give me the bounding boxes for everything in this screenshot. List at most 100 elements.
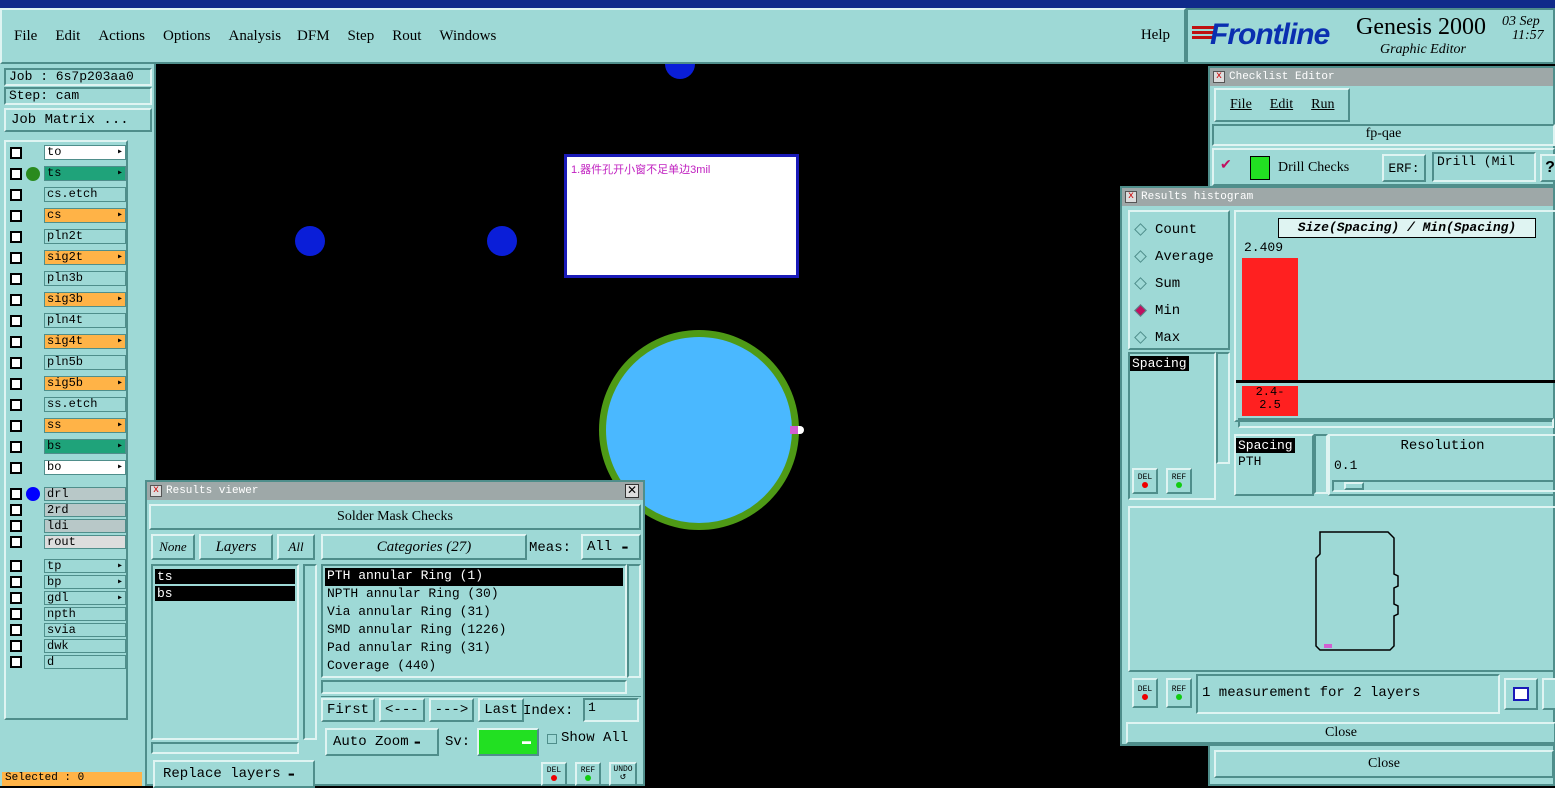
- layer-row[interactable]: ss.etch: [6, 394, 126, 415]
- zoom-view-icon[interactable]: [1542, 678, 1555, 710]
- checklist-menu-file[interactable]: File: [1230, 97, 1252, 113]
- layer-name[interactable]: ss.etch: [44, 397, 126, 412]
- zoom-dropdown[interactable]: Auto Zoom ▬: [325, 728, 439, 756]
- layer-name[interactable]: ldi: [44, 519, 126, 533]
- menu-file[interactable]: File: [14, 28, 37, 45]
- nav-button-3[interactable]: Last: [478, 698, 524, 722]
- layer-row[interactable]: cs ▸: [6, 205, 126, 226]
- layer-name[interactable]: bs ▸: [44, 439, 126, 454]
- resolution-slider[interactable]: [1332, 480, 1555, 492]
- layer-row[interactable]: to ▸: [6, 142, 126, 163]
- layer-checkbox[interactable]: [10, 576, 22, 588]
- layer-row[interactable]: rout: [6, 534, 126, 550]
- category-item[interactable]: Via annular Ring (31): [325, 604, 623, 622]
- layer-row[interactable]: svia: [6, 622, 126, 638]
- layer-checkbox[interactable]: [10, 188, 22, 201]
- layer-name[interactable]: ts ▸: [44, 166, 126, 181]
- layer-name[interactable]: sig3b ▸: [44, 292, 126, 307]
- erf-input[interactable]: Drill (Mil: [1432, 152, 1536, 182]
- layer-checkbox[interactable]: [10, 488, 22, 500]
- mode-radio-count[interactable]: Count: [1130, 216, 1228, 243]
- layer-name[interactable]: dwk: [44, 639, 126, 653]
- layer-row[interactable]: cs.etch: [6, 184, 126, 205]
- meas-dropdown[interactable]: All ▬: [581, 534, 641, 560]
- histogram-close-button[interactable]: Close: [1126, 722, 1555, 744]
- index-input[interactable]: 1: [583, 698, 639, 722]
- layer-checkbox[interactable]: [10, 656, 22, 668]
- layer-checkbox[interactable]: [10, 398, 22, 411]
- layer-row[interactable]: drl: [6, 486, 126, 502]
- menu-windows[interactable]: Windows: [439, 28, 496, 45]
- layers-button[interactable]: Layers: [199, 534, 273, 560]
- layer-row[interactable]: bp ▸: [6, 574, 126, 590]
- layer-checkbox[interactable]: [10, 230, 22, 243]
- layer-name[interactable]: sig5b ▸: [44, 376, 126, 391]
- menu-help[interactable]: Help: [1141, 27, 1170, 44]
- layer-row[interactable]: npth: [6, 606, 126, 622]
- layer-checkbox[interactable]: [10, 146, 22, 159]
- layer-checkbox[interactable]: [10, 314, 22, 327]
- category-item[interactable]: PTH annular Ring (1): [325, 568, 623, 586]
- layer-row[interactable]: 2rd: [6, 502, 126, 518]
- layer-name[interactable]: cs ▸: [44, 208, 126, 223]
- nav-button-1[interactable]: <---: [379, 698, 425, 722]
- layer-checkbox[interactable]: [10, 640, 22, 652]
- layer-row[interactable]: pln5b: [6, 352, 126, 373]
- layer-row[interactable]: pln2t: [6, 226, 126, 247]
- layer-name[interactable]: svia: [44, 623, 126, 637]
- del-button[interactable]: DEL: [1132, 468, 1158, 494]
- measure-scrollbar[interactable]: [1216, 352, 1230, 464]
- layer-row[interactable]: d: [6, 654, 126, 670]
- layer-name[interactable]: bp ▸: [44, 575, 126, 589]
- menu-actions[interactable]: Actions: [98, 28, 145, 45]
- layer-name[interactable]: 2rd: [44, 503, 126, 517]
- layer-row[interactable]: bo ▸: [6, 457, 126, 478]
- menu-step[interactable]: Step: [348, 28, 375, 45]
- layer-checkbox[interactable]: [10, 624, 22, 636]
- category-item[interactable]: Pad annular Ring (31): [325, 640, 623, 658]
- mode-radio-max[interactable]: Max: [1130, 324, 1228, 351]
- layer-name[interactable]: tp ▸: [44, 559, 126, 573]
- category-item[interactable]: SMD annular Ring (1226): [325, 622, 623, 640]
- ref-button[interactable]: REF: [1166, 468, 1192, 494]
- del-button[interactable]: DEL: [1132, 678, 1158, 708]
- layer-checkbox[interactable]: [10, 167, 22, 180]
- menu-rout[interactable]: Rout: [392, 28, 421, 45]
- category-item[interactable]: Coverage (440): [325, 658, 623, 676]
- layer-name[interactable]: to ▸: [44, 145, 126, 160]
- menu-dfm[interactable]: DFM: [297, 28, 330, 45]
- layer-row[interactable]: tp ▸: [6, 558, 126, 574]
- layer-row[interactable]: sig5b ▸: [6, 373, 126, 394]
- measure-item[interactable]: Spacing: [1130, 356, 1189, 371]
- undo-button[interactable]: UNDO ↺: [609, 762, 637, 786]
- layer-row[interactable]: sig4t ▸: [6, 331, 126, 352]
- close-icon[interactable]: ✕: [625, 484, 639, 498]
- layer-name[interactable]: ss ▸: [44, 418, 126, 433]
- layer-checkbox[interactable]: [10, 251, 22, 264]
- mode-radio-average[interactable]: Average: [1130, 243, 1228, 270]
- erf-button[interactable]: ERF:: [1382, 154, 1426, 182]
- layer-list-scrollbar[interactable]: [303, 564, 317, 740]
- layer-checkbox[interactable]: [10, 419, 22, 432]
- checklist-row[interactable]: ✔ Drill Checks ERF: Drill (Mil ?: [1212, 148, 1555, 186]
- layer-list-hscroll[interactable]: [151, 742, 299, 754]
- ref-button[interactable]: REF: [1166, 678, 1192, 708]
- graph-view-icon[interactable]: [1504, 678, 1538, 710]
- layer-row[interactable]: pln3b: [6, 268, 126, 289]
- layer-row[interactable]: sig3b ▸: [6, 289, 126, 310]
- layer-checkbox[interactable]: [10, 592, 22, 604]
- nav-button-0[interactable]: First: [321, 698, 376, 722]
- layer-checkbox[interactable]: [10, 356, 22, 369]
- layer-checkbox[interactable]: [10, 293, 22, 306]
- layer-name[interactable]: npth: [44, 607, 126, 621]
- menu-options[interactable]: Options: [163, 28, 211, 45]
- layer-name[interactable]: pln3b: [44, 271, 126, 286]
- layer-checkbox[interactable]: [10, 536, 22, 548]
- layer-checkbox[interactable]: [10, 504, 22, 516]
- layer-checkbox[interactable]: [10, 272, 22, 285]
- help-icon[interactable]: ?: [1540, 154, 1555, 182]
- layer-name[interactable]: cs.etch: [44, 187, 126, 202]
- category-scrollbar[interactable]: [627, 564, 641, 678]
- slider-thumb[interactable]: [1344, 482, 1364, 490]
- layer-row[interactable]: dwk: [6, 638, 126, 654]
